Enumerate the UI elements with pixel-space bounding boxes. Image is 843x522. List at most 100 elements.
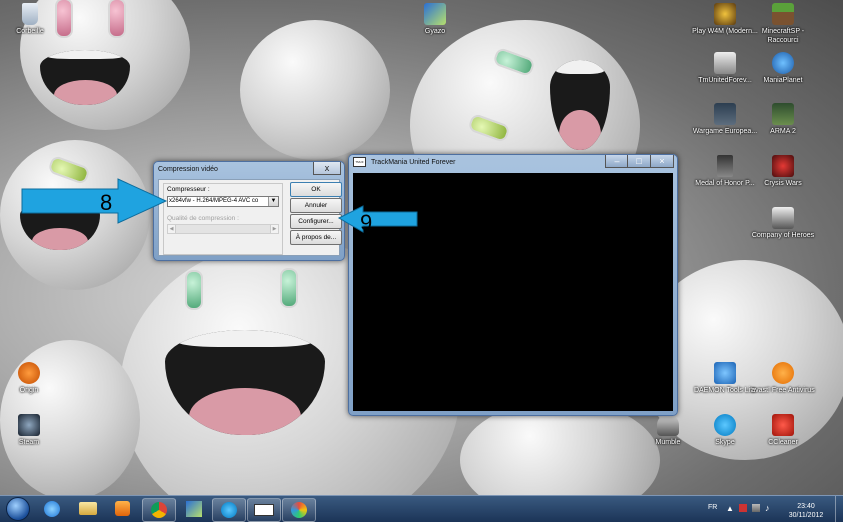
desktop-icon-company-of-heroes[interactable]: Company of Heroes [748, 207, 818, 240]
skype-icon [714, 414, 736, 436]
desktop-icon-ccleaner[interactable]: CCleaner [748, 414, 818, 447]
desktop-icon-label: Crysis Wars [764, 180, 802, 187]
medal-of-honor-icon [717, 155, 733, 177]
quality-label: Qualité de compression : [167, 215, 239, 222]
desktop-icon-crysis-wars[interactable]: Crysis Wars [748, 155, 818, 188]
steam-icon [18, 414, 40, 436]
close-button[interactable]: × [650, 155, 674, 168]
arrow-9-shape [337, 205, 418, 233]
compressor-groupbox: Compresseur : x264vfw - H.264/MPEG-4 AVC… [163, 183, 283, 255]
compressor-select[interactable]: x264vfw - H.264/MPEG-4 AVC co ▼ [167, 196, 279, 207]
ok-button[interactable]: OK [290, 182, 342, 197]
chrome-icon [151, 502, 167, 518]
desktop-icon-label: ManiaPlanet [763, 77, 803, 84]
desktop-icon-label: TmUnitedForev... [698, 77, 752, 84]
mumble-icon [657, 414, 679, 436]
arrow-8-shape [21, 178, 168, 224]
scroll-right-icon: ▶ [270, 225, 278, 233]
media-player-icon [114, 501, 130, 516]
desktop-icon-label: MinecraftSP - Raccourci [761, 28, 805, 44]
desktop-icon-avast[interactable]: avast! Free Antivirus [748, 362, 818, 395]
desktop-icon-label: Skype [715, 439, 735, 446]
cancel-button[interactable]: Annuler [290, 198, 342, 213]
wallpaper-eye [280, 268, 298, 308]
clock-time: 23:40 [797, 503, 815, 510]
recycle-bin-icon [22, 3, 38, 25]
desktop-icon-label: Gyazo [424, 28, 446, 35]
language-indicator[interactable]: FR [708, 504, 717, 511]
quality-scrollbar: ◀ ▶ [167, 224, 279, 234]
clock-date: 30/11/2012 [788, 512, 824, 519]
dialog-titlebar[interactable]: Compression vidéo x [154, 162, 344, 177]
trackmania-icon [254, 504, 274, 516]
ccleaner-icon [772, 414, 794, 436]
compressor-value: x264vfw - H.264/MPEG-4 AVC co [169, 198, 259, 204]
annotation-arrow-9: 9 [337, 205, 418, 235]
wallpaper-eye [108, 0, 126, 38]
dialog-body: Compresseur : x264vfw - H.264/MPEG-4 AVC… [158, 179, 342, 256]
start-button[interactable] [6, 497, 30, 521]
minecraft-icon [772, 3, 794, 25]
maximize-button[interactable]: □ [627, 155, 651, 168]
desktop-icon-maniaplanet[interactable]: ManiaPlanet [748, 52, 818, 85]
taskbar-ie[interactable] [36, 498, 68, 520]
desktop-icon-origin[interactable]: Origin [0, 362, 64, 395]
wargame-icon [714, 103, 736, 125]
about-button[interactable]: À propos de... [290, 230, 342, 245]
desktop-icon-gyazo[interactable]: Gyazo [400, 3, 470, 36]
trackmania-window-title: TrackMania United Forever [370, 159, 456, 166]
gyazo-icon [424, 3, 446, 25]
desktop-icon-label: avast! Free Antivirus [751, 387, 815, 394]
show-desktop-button[interactable] [835, 496, 843, 522]
company-of-heroes-icon [772, 207, 794, 229]
paint-icon [291, 502, 307, 518]
taskbar-chrome[interactable] [142, 498, 176, 522]
trackmania-app-icon: TMUF [353, 157, 366, 168]
arrow-8-number: 8 [100, 190, 112, 215]
w4m-icon [714, 3, 736, 25]
taskbar: FR ▲ ♪ 23:40 30/11/2012 [0, 495, 843, 522]
dialog-close-button[interactable]: x [313, 162, 341, 175]
dialog-title: Compression vidéo [158, 166, 218, 173]
volume-icon[interactable]: ♪ [765, 503, 770, 513]
desktop-icon-arma2[interactable]: ARMA 2 [748, 103, 818, 136]
taskbar-skype[interactable] [212, 498, 246, 522]
taskbar-trackmania[interactable] [247, 498, 281, 522]
gyazo-icon [186, 501, 202, 517]
maniaplanet-icon [772, 52, 794, 74]
desktop-icon-label: CCleaner [768, 439, 798, 446]
desktop-icon-label: Medal of Honor P... [695, 180, 755, 187]
action-center-icon[interactable] [739, 504, 747, 512]
trackmania-window[interactable]: TMUF TrackMania United Forever – □ × [348, 154, 678, 416]
compression-video-dialog[interactable]: Compression vidéo x Compresseur : x264vf… [153, 161, 345, 261]
network-icon[interactable] [752, 504, 760, 512]
arma2-icon [772, 103, 794, 125]
desktop-icon-label: Steam [18, 439, 40, 446]
annotation-arrow-8: 8 [21, 178, 168, 224]
trackmania-titlebar[interactable]: TMUF TrackMania United Forever – □ × [349, 155, 677, 170]
taskbar-gyazo[interactable] [178, 498, 210, 520]
trackmania-icon [714, 52, 736, 74]
taskbar-paint[interactable] [282, 498, 316, 522]
chevron-down-icon[interactable]: ▼ [268, 197, 278, 206]
origin-icon [18, 362, 40, 384]
minimize-button[interactable]: – [605, 155, 629, 168]
taskbar-media-player[interactable] [106, 498, 138, 520]
scroll-left-icon: ◀ [168, 225, 176, 233]
compressor-label: Compresseur : [167, 186, 210, 193]
desktop-icon-label: Mumble [655, 439, 681, 446]
show-hidden-icons-icon[interactable]: ▲ [726, 504, 734, 513]
desktop-icon-minecraftsp[interactable]: MinecraftSP - Raccourci [748, 3, 818, 45]
desktop-icon-recycle-bin[interactable]: Corbeille [0, 3, 65, 36]
internet-explorer-icon [44, 501, 60, 517]
desktop-icon-label: Corbeille [16, 28, 44, 35]
avast-icon [772, 362, 794, 384]
wallpaper-eye [185, 270, 203, 310]
configure-button[interactable]: Configurer... [290, 214, 342, 229]
desktop-icon-steam[interactable]: Steam [0, 414, 64, 447]
desktop-icon-label: ARMA 2 [770, 128, 796, 135]
skype-icon [221, 502, 237, 518]
crysis-wars-icon [772, 155, 794, 177]
clock[interactable]: 23:40 30/11/2012 [781, 502, 831, 520]
taskbar-explorer[interactable] [72, 498, 104, 520]
